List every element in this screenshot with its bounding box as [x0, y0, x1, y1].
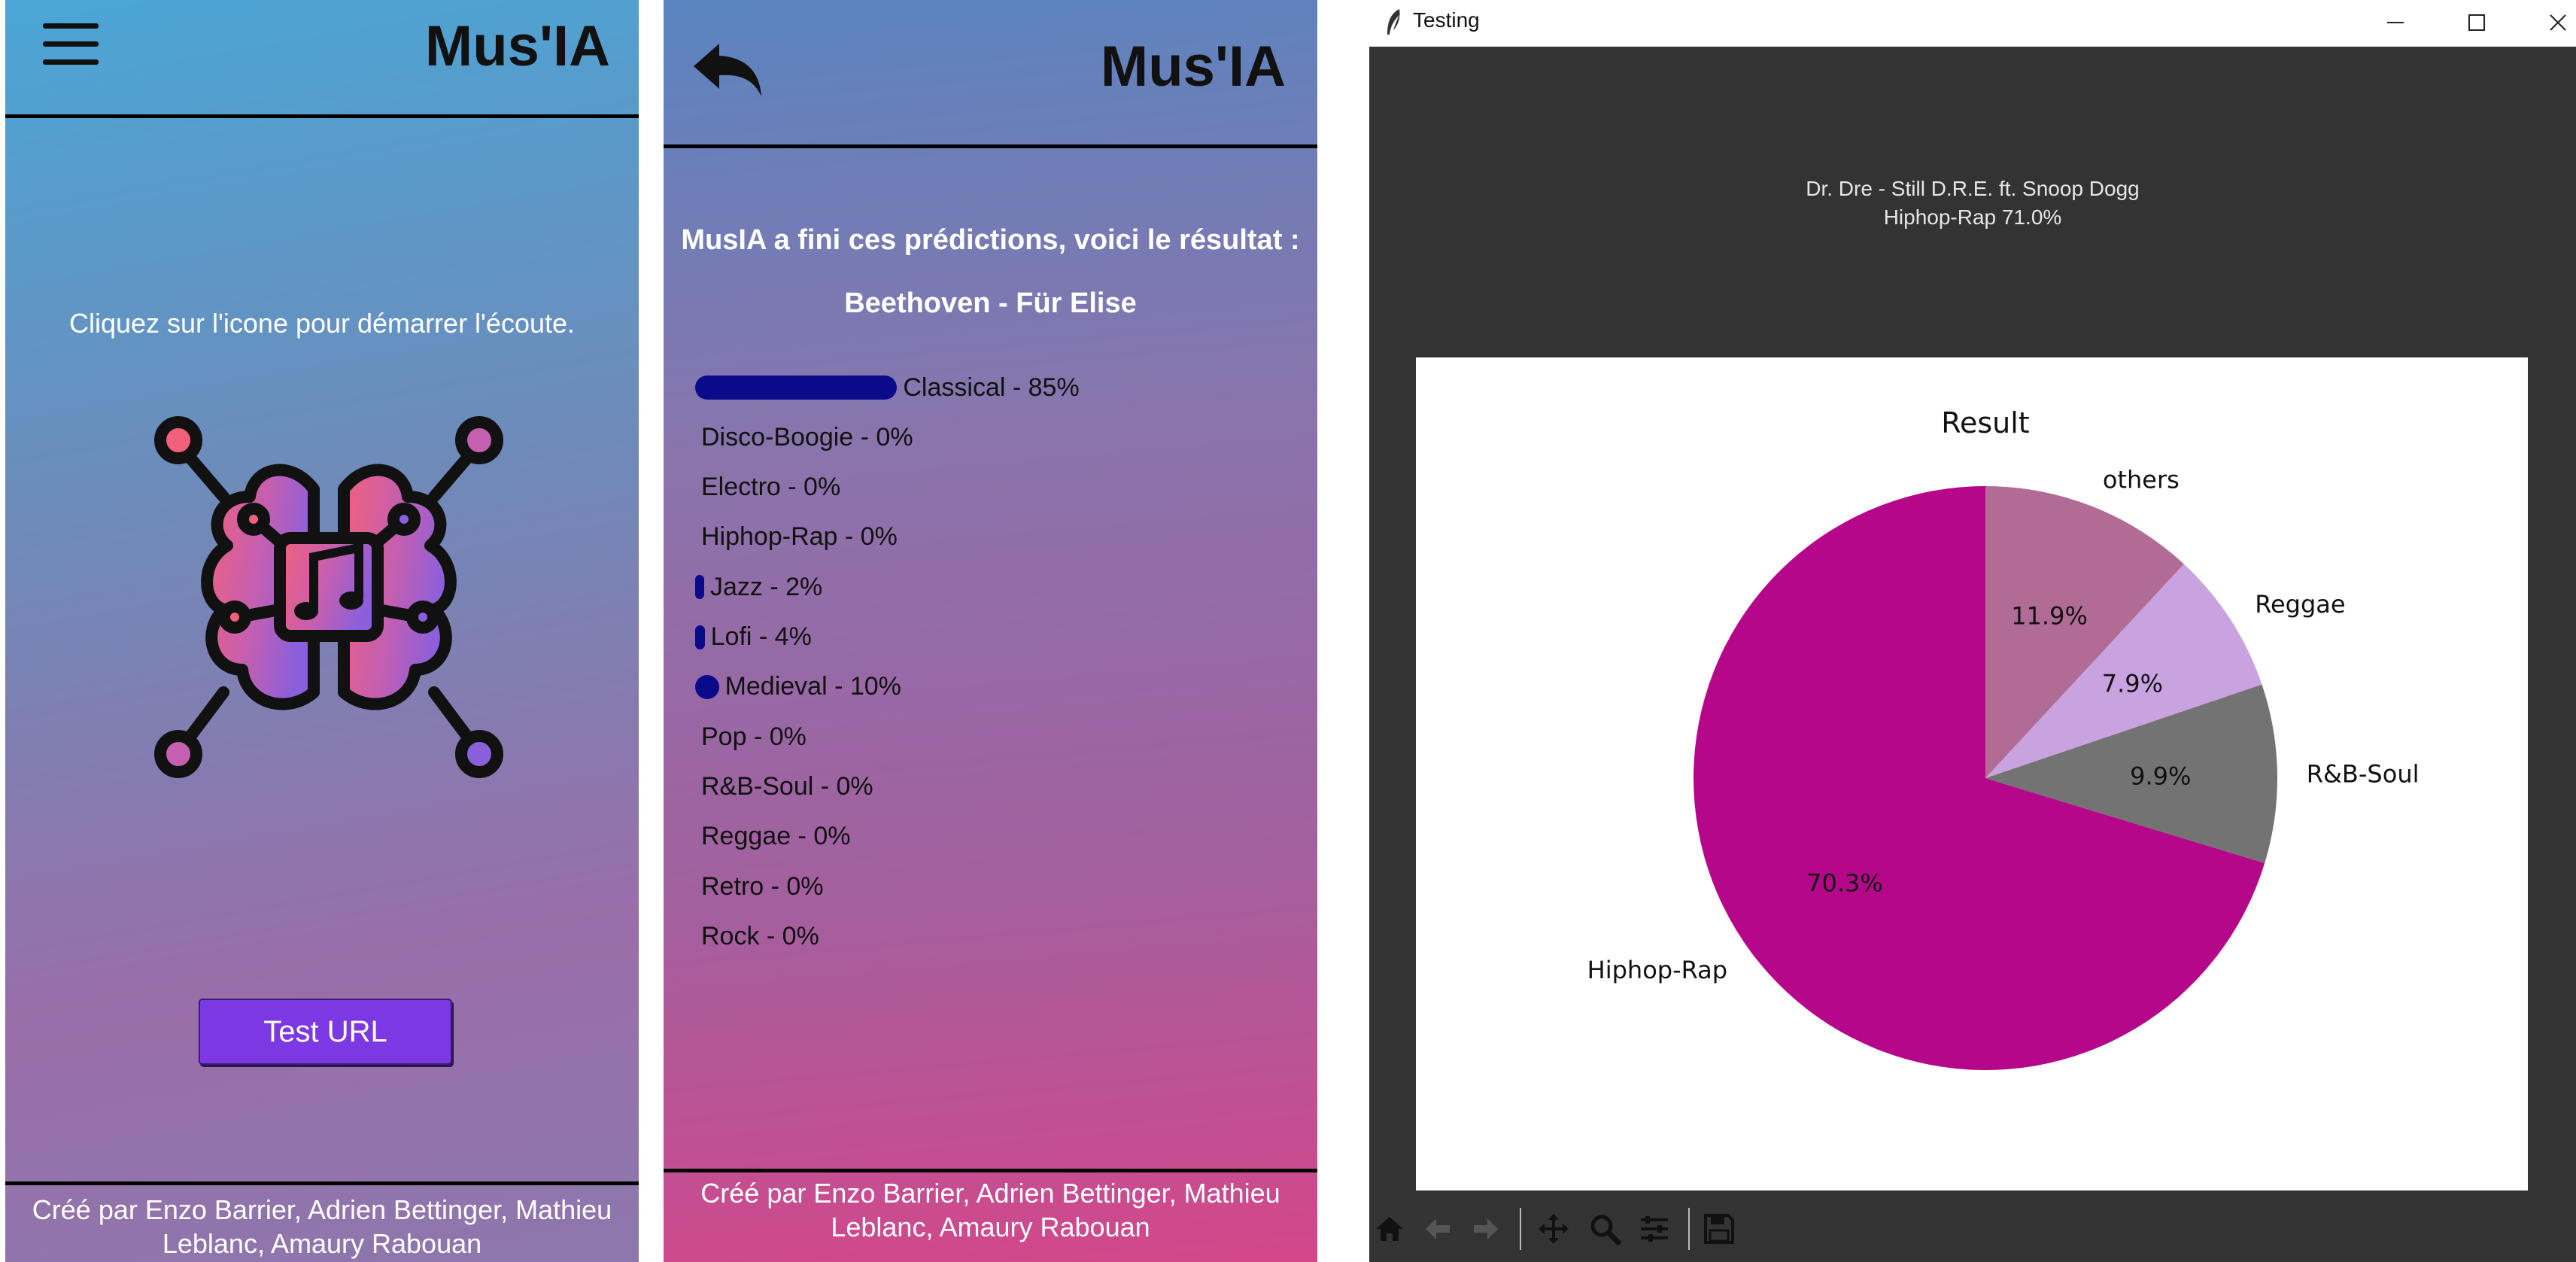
prediction-row: Pop - 0% — [664, 718, 807, 756]
test-url-button[interactable]: Test URL — [199, 999, 452, 1065]
prediction-label: Pop - 0% — [701, 722, 807, 751]
prediction-label: Disco-Boogie - 0% — [701, 422, 913, 452]
prediction-row: Classical - 85% — [664, 369, 1080, 406]
song-title: Beethoven - Für Elise — [844, 287, 1137, 319]
pie-percent-label: 70.3% — [1806, 869, 1883, 898]
header-divider — [664, 144, 1317, 148]
minimize-icon — [2387, 22, 2404, 23]
toolbar-separator — [1520, 1208, 1521, 1250]
prediction-row: R&B-Soul - 0% — [664, 768, 873, 805]
prediction-row: Jazz - 2% — [664, 568, 822, 606]
prediction-row: Electro - 0% — [664, 469, 840, 506]
header-divider — [5, 114, 639, 118]
zoom-icon[interactable] — [1587, 1208, 1622, 1250]
app-screen-home: Mus'IA Cliquez sur l'icone pour démarrer… — [5, 0, 639, 1262]
footer-credits: Créé par Enzo Barrier, Adrien Bettinger,… — [32, 1194, 612, 1259]
toolbar-separator — [1688, 1208, 1690, 1250]
prediction-bar — [695, 625, 705, 649]
prediction-row: Lofi - 4% — [664, 619, 812, 656]
prediction-label: Retro - 0% — [701, 871, 824, 901]
prediction-bar — [695, 674, 719, 699]
pan-icon[interactable] — [1536, 1208, 1571, 1250]
prediction-result-text: Hiphop-Rap 71.0% — [1883, 205, 2062, 229]
prediction-row: Rock - 0% — [664, 917, 819, 955]
pie-category-label: Reggae — [2255, 590, 2345, 619]
pie-percent-label: 11.9% — [2011, 601, 2088, 630]
menu-icon[interactable] — [5, 15, 111, 83]
prediction-label: Classical - 85% — [903, 373, 1080, 402]
plot-canvas: Result 70.3% Hiphop-Rap 9.9% R&B-Soul 7.9% Re… — [1416, 357, 2528, 1191]
testing-window: Testing Dr. Dre - Still D.R.E. ft. Snoop… — [1369, 0, 2576, 1262]
prediction-label: R&B-Soul - 0% — [701, 771, 873, 801]
pie-percent-label: 9.9% — [2130, 762, 2191, 790]
app-screen-results: Mus'IA MusIA a fini ces prédictions, voi… — [664, 0, 1317, 1262]
pie-category-label: Hiphop-Rap — [1587, 956, 1727, 984]
pie-category-label: R&B-Soul — [2307, 759, 2420, 788]
home-icon[interactable] — [1372, 1208, 1407, 1250]
close-button[interactable] — [2535, 5, 2576, 41]
predictions-list: Classical - 85% Disco-Boogie - 0% Electro … — [664, 369, 1317, 971]
prediction-bar — [695, 575, 704, 600]
back-arrow-icon[interactable] — [691, 39, 766, 99]
back-arrow-icon[interactable] — [1420, 1208, 1455, 1250]
footer-divider — [5, 1181, 639, 1185]
result-heading: MusIA a fini ces prédictions, voici le r… — [681, 224, 1300, 256]
footer-credits: Créé par Enzo Barrier, Adrien Bettinger,… — [700, 1178, 1280, 1242]
prediction-label: Hiphop-Rap - 0% — [701, 522, 898, 552]
window-title: Testing — [1413, 8, 1480, 32]
prediction-label: Reggae - 0% — [701, 822, 851, 851]
close-icon — [2550, 14, 2566, 31]
prediction-row: Reggae - 0% — [664, 818, 850, 856]
brain-music-icon[interactable] — [141, 406, 517, 783]
prediction-label: Lofi - 4% — [710, 622, 812, 651]
song-name-text: Dr. Dre - Still D.R.E. ft. Snoop Dogg — [1806, 177, 2140, 200]
prediction-row: Hiphop-Rap - 0% — [664, 518, 898, 556]
maximize-icon — [2468, 14, 2485, 31]
prediction-label: Medieval - 10% — [724, 672, 901, 701]
feather-icon — [1387, 9, 1400, 35]
prediction-label: Electro - 0% — [701, 473, 841, 502]
pie-category-label: others — [2103, 466, 2180, 494]
prediction-label: Rock - 0% — [701, 921, 819, 950]
prediction-label: Jazz - 2% — [710, 572, 823, 601]
chart-title: Result — [1941, 406, 2029, 439]
footer-divider — [664, 1169, 1317, 1172]
minimize-button[interactable] — [2373, 5, 2418, 41]
prediction-row: Medieval - 10% — [664, 668, 901, 706]
pie-percent-label: 7.9% — [2102, 669, 2163, 698]
forward-arrow-icon[interactable] — [1469, 1208, 1503, 1250]
app-title: Mus'IA — [424, 14, 610, 78]
prediction-bar — [695, 376, 898, 400]
pie-chart: Result 70.3% Hiphop-Rap 9.9% R&B-Soul 7.9% Re… — [1587, 406, 2420, 1070]
instruction-text: Cliquez sur l'icone pour démarrer l'écou… — [68, 308, 576, 339]
configure-subplots-icon[interactable] — [1637, 1208, 1672, 1250]
prediction-row: Disco-Boogie - 0% — [664, 418, 913, 456]
window-titlebar[interactable]: Testing — [1369, 0, 2576, 47]
save-icon[interactable] — [1702, 1208, 1736, 1250]
app-title: Mus'IA — [1100, 35, 1286, 99]
prediction-row: Retro - 0% — [664, 868, 824, 905]
maximize-button[interactable] — [2454, 5, 2499, 41]
